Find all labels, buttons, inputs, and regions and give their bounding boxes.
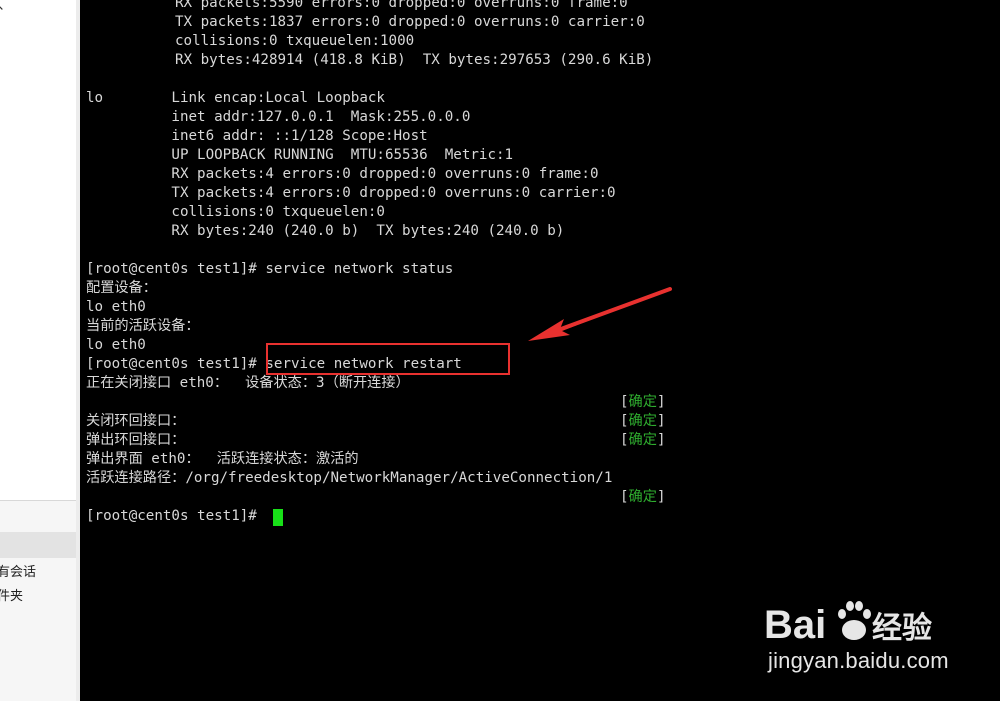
terminal-line: TX packets:1837 errors:0 dropped:0 overr…	[175, 14, 645, 30]
terminal-line: 弹出界面 eth0： 活跃连接状态：激活的	[86, 451, 359, 467]
annotation-arrow-icon	[528, 287, 672, 341]
ok-status-tag: [确定]	[620, 489, 666, 505]
sidebar-item-folder[interactable]: 件夹	[0, 585, 23, 604]
session-sidebar: 、 有会话 件夹	[0, 0, 80, 701]
terminal-line: TX packets:4 errors:0 dropped:0 overruns…	[86, 185, 616, 201]
ok-status-tag: [确定]	[620, 432, 666, 448]
terminal-line: 弹出环回接口：	[86, 432, 186, 448]
terminal-cursor	[273, 509, 283, 526]
svg-text:Bai: Bai	[764, 603, 826, 647]
baidu-watermark: Bai 经验 jingyan.baidu.com	[762, 594, 982, 684]
sidebar-item-all-sessions[interactable]: 有会话	[0, 561, 36, 580]
terminal-command-line: [root@cent0s test1]# service network sta…	[86, 261, 454, 277]
terminal-prompt: [root@cent0s test1]#	[86, 508, 266, 524]
terminal-line: RX packets:4 errors:0 dropped:0 overruns…	[86, 166, 599, 182]
annotation-highlight-box	[266, 343, 510, 375]
svg-text:经验: 经验	[872, 611, 932, 646]
terminal-line: inet addr:127.0.0.1 Mask:255.0.0.0	[86, 109, 471, 125]
terminal-line: lo eth0	[86, 337, 146, 353]
watermark-url: jingyan.baidu.com	[768, 648, 949, 673]
sidebar-tab-header[interactable]	[0, 532, 76, 558]
ok-status-tag: [确定]	[620, 394, 666, 410]
baidu-paw-logo-icon: Bai 经验	[764, 601, 932, 647]
terminal-line: lo Link encap:Local Loopback	[86, 90, 385, 106]
terminal-line: collisions:0 txqueuelen:1000	[175, 33, 415, 49]
terminal-line: 正在关闭接口 eth0： 设备状态：3（断开连接）	[86, 375, 410, 391]
sidebar-top-glyph: 、	[0, 0, 12, 14]
terminal-line: 关闭环回接口：	[86, 413, 186, 429]
terminal-line: RX packets:5590 errors:0 dropped:0 overr…	[175, 0, 628, 11]
ok-status-tag: [确定]	[620, 413, 666, 429]
terminal-line: lo eth0	[86, 299, 146, 315]
terminal-line: 活跃连接路径：/org/freedesktop/NetworkManager/A…	[86, 470, 613, 486]
terminal-line: inet6 addr: ::1/128 Scope:Host	[86, 128, 428, 144]
terminal-line: 当前的活跃设备：	[86, 318, 200, 334]
terminal-line: RX bytes:240 (240.0 b) TX bytes:240 (240…	[86, 223, 565, 239]
terminal-line: RX bytes:428914 (418.8 KiB) TX bytes:297…	[175, 52, 654, 68]
terminal-line: collisions:0 txqueuelen:0	[86, 204, 385, 220]
terminal-line: 配置设备：	[86, 280, 157, 296]
terminal-line: UP LOOPBACK RUNNING MTU:65536 Metric:1	[86, 147, 514, 163]
